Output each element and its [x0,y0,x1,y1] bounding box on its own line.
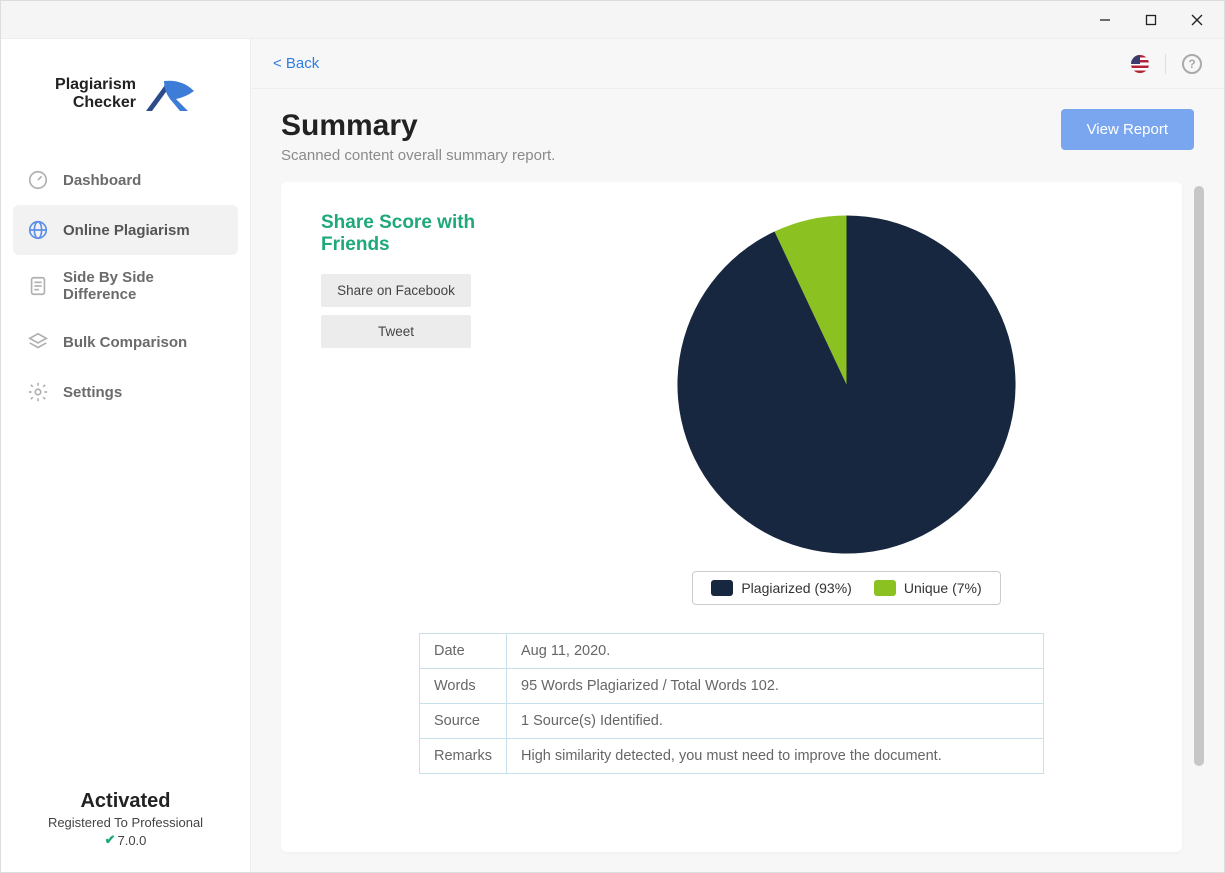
detail-value: 95 Words Plagiarized / Total Words 102. [507,669,1044,704]
legend-swatch [874,580,896,596]
gauge-icon [27,169,49,191]
summary-card: Share Score with Friends Share on Facebo… [281,182,1182,852]
sidebar: Plagiarism Checker Dashboard Online [1,39,251,872]
share-title: Share Score with Friends [321,212,521,256]
sidebar-item-online-plagiarism[interactable]: Online Plagiarism [13,205,238,255]
table-row: Source1 Source(s) Identified. [420,704,1044,739]
scrollbar-thumb[interactable] [1194,186,1204,766]
share-facebook-button[interactable]: Share on Facebook [321,274,471,307]
page-subtitle: Scanned content overall summary report. [281,147,555,164]
legend-label: Unique (7%) [904,580,982,596]
window-titlebar [1,1,1224,39]
detail-key: Remarks [420,739,507,774]
logo-x-icon [144,75,196,113]
version-label: 7.0.0 [117,833,146,848]
sidebar-item-label: Online Plagiarism [63,222,190,239]
layers-icon [27,331,49,353]
view-report-button[interactable]: View Report [1061,109,1194,150]
minimize-button[interactable] [1082,5,1128,35]
sidebar-item-dashboard[interactable]: Dashboard [13,155,238,205]
sidebar-item-label: Settings [63,384,122,401]
legend-swatch [711,580,733,596]
page-title: Summary [281,109,555,143]
legend-label: Plagiarized (93%) [741,580,852,596]
pie-slice-plagiarized [677,215,1015,553]
activated-label: Activated [9,790,242,813]
chart-legend: Plagiarized (93%) Unique (7%) [692,571,1000,605]
check-icon: ✔ [105,832,116,848]
back-link[interactable]: < Back [273,55,319,72]
gear-icon [27,381,49,403]
sidebar-footer: Activated Registered To Professional ✔7.… [1,772,250,872]
sidebar-item-bulk-comparison[interactable]: Bulk Comparison [13,317,238,367]
sidebar-item-settings[interactable]: Settings [13,367,238,417]
legend-item: Unique (7%) [874,580,982,596]
detail-key: Source [420,704,507,739]
divider [1165,54,1166,74]
details-table: DateAug 11, 2020.Words95 Words Plagiariz… [419,633,1044,774]
scrollbar[interactable] [1194,182,1204,852]
sidebar-item-side-by-side[interactable]: Side By Side Difference [13,255,238,317]
close-button[interactable] [1174,5,1220,35]
logo-line2: Checker [55,94,136,112]
detail-key: Words [420,669,507,704]
sidebar-item-label: Dashboard [63,172,141,189]
detail-value: Aug 11, 2020. [507,634,1044,669]
globe-icon [27,219,49,241]
sidebar-item-label: Bulk Comparison [63,334,187,351]
document-icon [27,275,49,297]
plagiarism-pie-chart [674,212,1019,557]
logo-line1: Plagiarism [55,76,136,94]
detail-value: High similarity detected, you must need … [507,739,1044,774]
maximize-button[interactable] [1128,5,1174,35]
detail-value: 1 Source(s) Identified. [507,704,1044,739]
table-row: DateAug 11, 2020. [420,634,1044,669]
table-row: RemarksHigh similarity detected, you mus… [420,739,1044,774]
detail-key: Date [420,634,507,669]
legend-item: Plagiarized (93%) [711,580,852,596]
registered-label: Registered To Professional [9,815,242,830]
share-tweet-button[interactable]: Tweet [321,315,471,348]
language-flag-icon[interactable] [1131,55,1149,73]
help-icon[interactable]: ? [1182,54,1202,74]
table-row: Words95 Words Plagiarized / Total Words … [420,669,1044,704]
sidebar-item-label: Side By Side Difference [63,269,224,303]
app-logo: Plagiarism Checker [1,39,250,149]
